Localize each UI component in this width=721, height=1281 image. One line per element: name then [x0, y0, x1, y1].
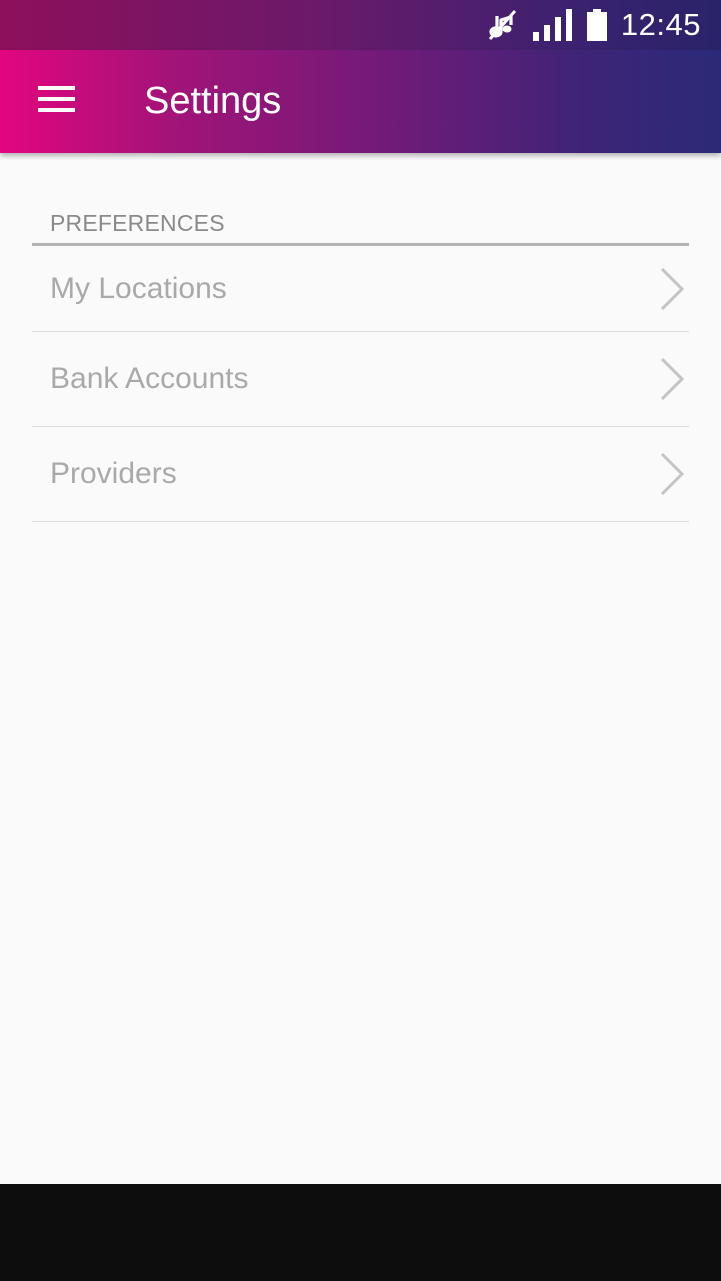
system-navigation-bar — [0, 1184, 721, 1281]
battery-icon — [586, 9, 607, 41]
list-item-providers[interactable]: Providers — [32, 427, 689, 522]
status-clock: 12:45 — [620, 7, 701, 42]
section-header-preferences: PREFERENCES — [32, 210, 689, 246]
chevron-right-icon — [659, 357, 685, 401]
mute-icon — [487, 8, 519, 42]
list-item-label: Bank Accounts — [50, 362, 249, 395]
list-item-my-locations[interactable]: My Locations — [32, 246, 689, 332]
menu-button[interactable] — [28, 74, 84, 130]
list-item-label: Providers — [50, 457, 177, 490]
status-icons: 12:45 — [487, 7, 701, 43]
chevron-right-icon — [659, 267, 685, 311]
preferences-section: PREFERENCES My Locations Bank Accounts P… — [32, 153, 689, 522]
list-item-bank-accounts[interactable]: Bank Accounts — [32, 332, 689, 427]
hamburger-menu-icon — [37, 86, 75, 117]
status-bar: 12:45 — [0, 0, 721, 50]
list-item-label: My Locations — [50, 271, 227, 305]
settings-screen: 12:45 Settings PREFERENCES My Locations — [0, 0, 721, 1281]
signal-icon — [532, 9, 573, 41]
chevron-right-icon — [659, 452, 685, 496]
app-bar: Settings — [0, 50, 721, 153]
page-title: Settings — [144, 80, 282, 122]
